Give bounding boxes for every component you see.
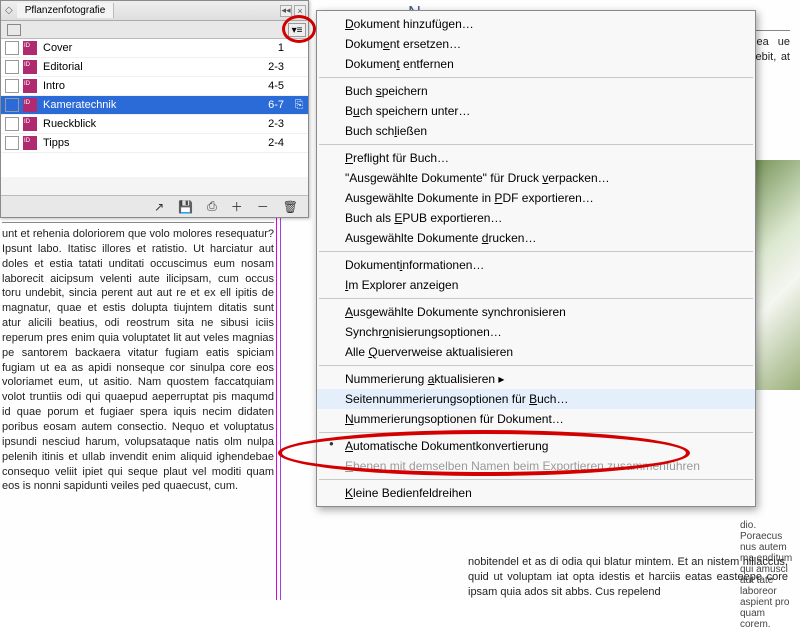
doc-name: Kameratechnik <box>43 99 250 111</box>
doc-status-icon: ⎘ <box>290 99 308 112</box>
indesign-doc-icon <box>23 136 37 150</box>
book-sync-source-icon[interactable] <box>7 24 21 36</box>
menu-separator <box>319 365 753 366</box>
menu-item[interactable]: Buch schließen <box>317 121 755 141</box>
menu-item[interactable]: Ausgewählte Dokumente in PDF exportieren… <box>317 188 755 208</box>
sync-checkbox[interactable] <box>5 136 19 150</box>
panel-collapse-left-icon[interactable]: ◂◂ <box>280 5 292 17</box>
menu-item[interactable]: Nummerierungsoptionen für Dokument… <box>317 409 755 429</box>
sync-checkbox[interactable] <box>5 60 19 74</box>
sync-checkbox[interactable] <box>5 79 19 93</box>
add-doc-icon[interactable]: ＋ <box>231 198 243 215</box>
book-row-editorial[interactable]: Editorial2-3 <box>1 58 308 77</box>
doc-name: Rueckblick <box>43 118 250 130</box>
book-row-intro[interactable]: Intro4-5 <box>1 77 308 96</box>
indesign-doc-icon <box>23 60 37 74</box>
menu-separator <box>319 144 753 145</box>
menu-item[interactable]: Synchronisierungsoptionen… <box>317 322 755 342</box>
indesign-doc-icon <box>23 98 37 112</box>
menu-item[interactable]: Seitennummerierungsoptionen für Buch… <box>317 389 755 409</box>
menu-item: Ebenen mit demselben Namen beim Exportie… <box>317 456 755 476</box>
sync-checkbox[interactable] <box>5 98 19 112</box>
panel-close-icon[interactable]: × <box>294 5 306 17</box>
body-text-bottom: nobitendel et as di odia qui blatur mint… <box>468 555 788 600</box>
book-row-tipps[interactable]: Tipps2-4 <box>1 134 308 153</box>
panel-tabbar: ◇ Pflanzenfotografie ◂◂ × <box>1 1 308 21</box>
menu-item[interactable]: Dokument entfernen <box>317 54 755 74</box>
book-row-kameratechnik[interactable]: Kameratechnik6-7⎘ <box>1 96 308 115</box>
sync-checkbox[interactable] <box>5 117 19 131</box>
menu-separator <box>319 432 753 433</box>
book-list-header <box>1 21 308 39</box>
remove-doc-icon[interactable]: － <box>257 198 269 215</box>
doc-name: Cover <box>43 42 250 54</box>
doc-page-range: 2-4 <box>250 137 290 149</box>
menu-item[interactable]: Buch als EPUB exportieren… <box>317 208 755 228</box>
menu-separator <box>319 298 753 299</box>
doc-page-range: 2-3 <box>250 118 290 130</box>
menu-item[interactable]: Automatische Dokumentkonvertierung <box>317 436 755 456</box>
sync-checkbox[interactable] <box>5 41 19 55</box>
menu-item[interactable]: Ausgewählte Dokumente synchronisieren <box>317 302 755 322</box>
doc-page-range: 4-5 <box>250 80 290 92</box>
doc-page-range: 2-3 <box>250 61 290 73</box>
menu-item[interactable]: Preflight für Buch… <box>317 148 755 168</box>
indesign-doc-icon <box>23 117 37 131</box>
body-text-left: unt et rehenia doloriorem que volo molor… <box>2 222 274 494</box>
doc-page-range: 6-7 <box>250 99 290 111</box>
menu-item[interactable]: Dokument hinzufügen… <box>317 14 755 34</box>
doc-page-range: 1 <box>250 42 290 54</box>
book-panel: ◇ Pflanzenfotografie ◂◂ × ▾≡ Cover1Edito… <box>0 0 309 218</box>
trash-icon[interactable]: 🗑 <box>283 200 298 214</box>
menu-item[interactable]: Dokumentinformationen… <box>317 255 755 275</box>
menu-separator <box>319 479 753 480</box>
book-panel-flyout-menu: Dokument hinzufügen…Dokument ersetzen…Do… <box>316 10 756 507</box>
menu-separator <box>319 77 753 78</box>
menu-item[interactable]: "Ausgewählte Dokumente" für Druck verpac… <box>317 168 755 188</box>
save-icon[interactable]: 💾 <box>178 200 193 214</box>
doc-name: Intro <box>43 80 250 92</box>
menu-item[interactable]: Buch speichern <box>317 81 755 101</box>
menu-item[interactable]: Ausgewählte Dokumente drucken… <box>317 228 755 248</box>
menu-separator <box>319 251 753 252</box>
book-row-rueckblick[interactable]: Rueckblick2-3 <box>1 115 308 134</box>
menu-item[interactable]: Im Explorer anzeigen <box>317 275 755 295</box>
print-icon[interactable]: ⎙ <box>207 199 217 214</box>
indesign-doc-icon <box>23 41 37 55</box>
indesign-doc-icon <box>23 79 37 93</box>
book-row-cover[interactable]: Cover1 <box>1 39 308 58</box>
doc-name: Tipps <box>43 137 250 149</box>
doc-name: Editorial <box>43 61 250 73</box>
menu-item[interactable]: Alle Querverweise aktualisieren <box>317 342 755 362</box>
panel-flyout-button[interactable]: ▾≡ <box>288 23 306 37</box>
menu-item[interactable]: Kleine Bedienfeldreihen <box>317 483 755 503</box>
sync-icon[interactable]: ↗ <box>154 200 164 214</box>
panel-tab[interactable]: Pflanzenfotografie <box>17 3 115 18</box>
menu-item[interactable]: Buch speichern unter… <box>317 101 755 121</box>
menu-item[interactable]: Nummerierung aktualisieren ▸ <box>317 369 755 389</box>
book-document-list: Cover1Editorial2-3Intro4-5Kameratechnik6… <box>1 39 308 177</box>
menu-item[interactable]: Dokument ersetzen… <box>317 34 755 54</box>
panel-footer: ↗ 💾 ⎙ ＋ － 🗑 <box>1 195 308 217</box>
